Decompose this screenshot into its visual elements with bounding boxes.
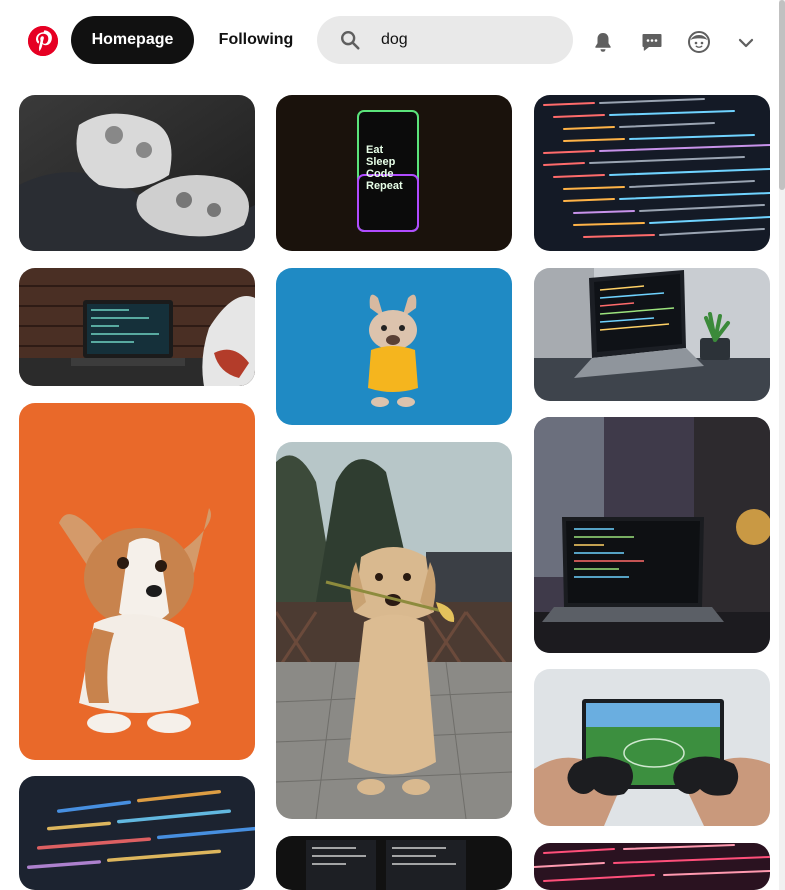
golden-retriever-flower-image (276, 442, 512, 819)
avatar-icon[interactable] (687, 30, 711, 54)
laptop-brick-wall-image (19, 268, 255, 386)
chat-icon[interactable] (640, 30, 664, 54)
pin-french-bulldog[interactable] (276, 268, 512, 425)
pin-game-controllers[interactable] (19, 95, 255, 251)
phone-text-line-2: Sleep (366, 156, 396, 168)
pin-code-red[interactable] (534, 843, 770, 890)
pin-laptop-brick-wall[interactable] (19, 268, 255, 386)
top-header: Homepage Following (0, 0, 785, 82)
french-bulldog-image (276, 268, 512, 425)
nav-following-button[interactable]: Following (203, 16, 309, 64)
code-red-image (534, 843, 770, 890)
laptop-desk-plant-image (534, 268, 770, 401)
code-monitors-image (276, 836, 512, 890)
code-screen-image (534, 95, 770, 251)
chevron-down-icon[interactable] (737, 34, 755, 52)
pin-gaming-tv[interactable] (534, 669, 770, 826)
pin-corgi-puppy[interactable] (19, 403, 255, 760)
phone-text-line-4: Repeat (366, 180, 403, 192)
scrollbar-thumb[interactable] (779, 0, 785, 190)
phone-text-line-3: Code (366, 168, 394, 180)
phone-text-line-1: Eat (366, 144, 383, 156)
vertical-scrollbar[interactable] (779, 0, 785, 890)
search-icon (341, 31, 360, 50)
search-bar[interactable] (317, 16, 573, 64)
nav-homepage-button[interactable]: Homepage (71, 16, 194, 64)
pin-laptop-lamp-window[interactable] (534, 417, 770, 653)
pin-golden-retriever-flower[interactable] (276, 442, 512, 819)
pin-code-monitors[interactable] (276, 836, 512, 890)
laptop-lamp-window-image (534, 417, 770, 653)
pin-code-screen[interactable] (534, 95, 770, 251)
corgi-puppy-image (19, 403, 255, 760)
pin-laptop-desk-plant[interactable] (534, 268, 770, 401)
pin-code-blurred[interactable] (19, 776, 255, 890)
search-input[interactable] (381, 16, 561, 64)
gaming-tv-image (534, 669, 770, 826)
code-blurred-image (19, 776, 255, 890)
pinterest-logo-icon[interactable] (28, 26, 58, 56)
pin-phone-eat-sleep-code[interactable]: Eat Sleep Code Repeat (276, 95, 512, 251)
bell-icon[interactable] (591, 30, 615, 54)
game-controllers-image (19, 95, 255, 251)
phone-eat-sleep-code-image: Eat Sleep Code Repeat (276, 95, 512, 251)
